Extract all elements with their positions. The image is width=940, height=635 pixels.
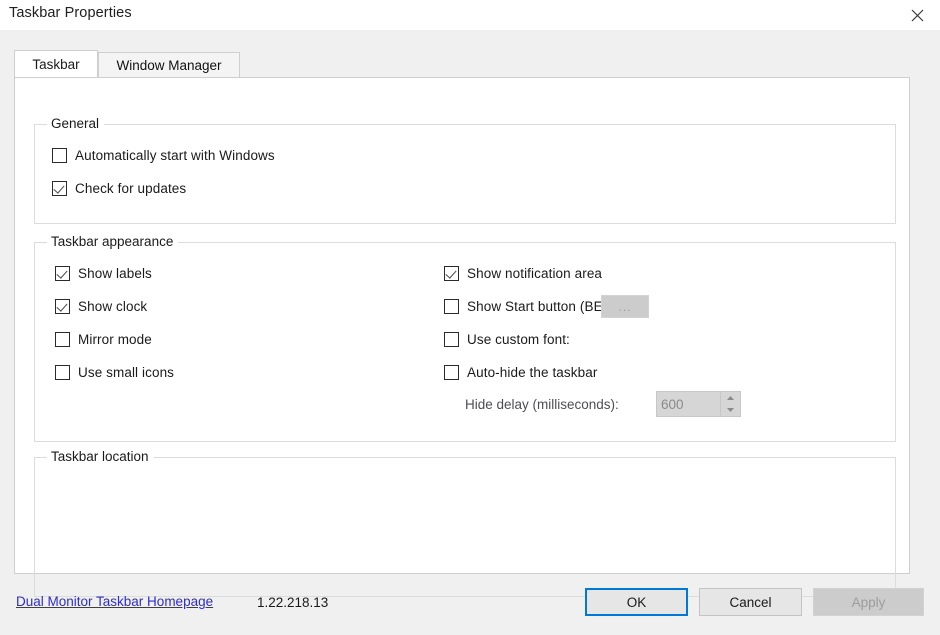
checkbox-show-labels-label: Show labels: [78, 266, 152, 281]
tab-panel-taskbar: General Automatically start with Windows…: [14, 77, 910, 597]
checkbox-row-check-updates[interactable]: Check for updates: [52, 181, 186, 196]
tab-taskbar[interactable]: Taskbar: [14, 50, 98, 77]
checkbox-auto-hide[interactable]: [444, 365, 459, 380]
checkbox-show-labels[interactable]: [55, 266, 70, 281]
ok-button[interactable]: OK: [585, 588, 688, 616]
groupbox-general: General Automatically start with Windows…: [34, 116, 896, 224]
groupbox-taskbar-location: Taskbar location: [34, 449, 896, 597]
checkbox-auto-hide-label: Auto-hide the taskbar: [467, 365, 598, 380]
checkbox-row-show-clock[interactable]: Show clock: [55, 299, 147, 314]
hide-delay-spin-buttons: [720, 392, 740, 416]
groupbox-general-legend: General: [47, 116, 105, 131]
cancel-button[interactable]: Cancel: [699, 588, 802, 616]
version-text: 1.22.218.13: [257, 595, 329, 610]
checkbox-check-updates-label: Check for updates: [75, 181, 187, 196]
checkbox-row-auto-start[interactable]: Automatically start with Windows: [52, 148, 275, 163]
groupbox-taskbar-appearance: Taskbar appearance Show labels Show cloc…: [34, 234, 896, 442]
tab-taskbar-label: Taskbar: [32, 56, 80, 72]
checkbox-small-icons[interactable]: [55, 365, 70, 380]
checkbox-row-notification-area[interactable]: Show notification area: [444, 266, 602, 281]
checkbox-notification-area-label: Show notification area: [467, 266, 603, 281]
checkbox-mirror-mode[interactable]: [55, 332, 70, 347]
title-bar: Taskbar Properties: [0, 0, 940, 30]
checkbox-row-start-button[interactable]: Show Start button (BETA): [444, 299, 624, 314]
hide-delay-input[interactable]: 600: [657, 392, 720, 416]
checkbox-auto-start[interactable]: [52, 148, 67, 163]
checkbox-row-mirror-mode[interactable]: Mirror mode: [55, 332, 152, 347]
dialog-body: Taskbar Window Manager General Automatic…: [0, 30, 940, 635]
checkbox-auto-start-label: Automatically start with Windows: [75, 148, 275, 163]
hide-delay-increment-button[interactable]: [721, 392, 740, 404]
chevron-up-icon: [726, 395, 735, 401]
checkbox-custom-font-label: Use custom font:: [467, 332, 570, 347]
window-title: Taskbar Properties: [9, 5, 132, 21]
hide-delay-label: Hide delay (milliseconds):: [465, 397, 619, 412]
homepage-link[interactable]: Dual Monitor Taskbar Homepage: [16, 594, 213, 609]
close-icon: [911, 9, 924, 22]
checkbox-show-clock-label: Show clock: [78, 299, 148, 314]
close-button[interactable]: [894, 0, 940, 30]
tab-window-manager-label: Window Manager: [116, 57, 222, 73]
checkbox-row-show-labels[interactable]: Show labels: [55, 266, 152, 281]
groupbox-location-legend: Taskbar location: [47, 449, 154, 464]
checkbox-mirror-mode-label: Mirror mode: [78, 332, 152, 347]
checkbox-row-auto-hide[interactable]: Auto-hide the taskbar: [444, 365, 597, 380]
apply-button: Apply: [813, 588, 924, 616]
groupbox-appearance-legend: Taskbar appearance: [47, 234, 179, 249]
checkbox-row-custom-font[interactable]: Use custom font:: [444, 332, 570, 347]
checkbox-show-clock[interactable]: [55, 299, 70, 314]
checkbox-row-small-icons[interactable]: Use small icons: [55, 365, 174, 380]
checkbox-start-button[interactable]: [444, 299, 459, 314]
checkbox-custom-font[interactable]: [444, 332, 459, 347]
font-browse-button[interactable]: ...: [601, 295, 649, 318]
hide-delay-decrement-button[interactable]: [721, 404, 740, 416]
checkbox-notification-area[interactable]: [444, 266, 459, 281]
checkbox-check-updates[interactable]: [52, 181, 67, 196]
checkbox-small-icons-label: Use small icons: [78, 365, 175, 380]
chevron-down-icon: [726, 407, 735, 413]
hide-delay-spinner[interactable]: 600: [656, 391, 741, 417]
tab-window-manager[interactable]: Window Manager: [98, 52, 240, 77]
